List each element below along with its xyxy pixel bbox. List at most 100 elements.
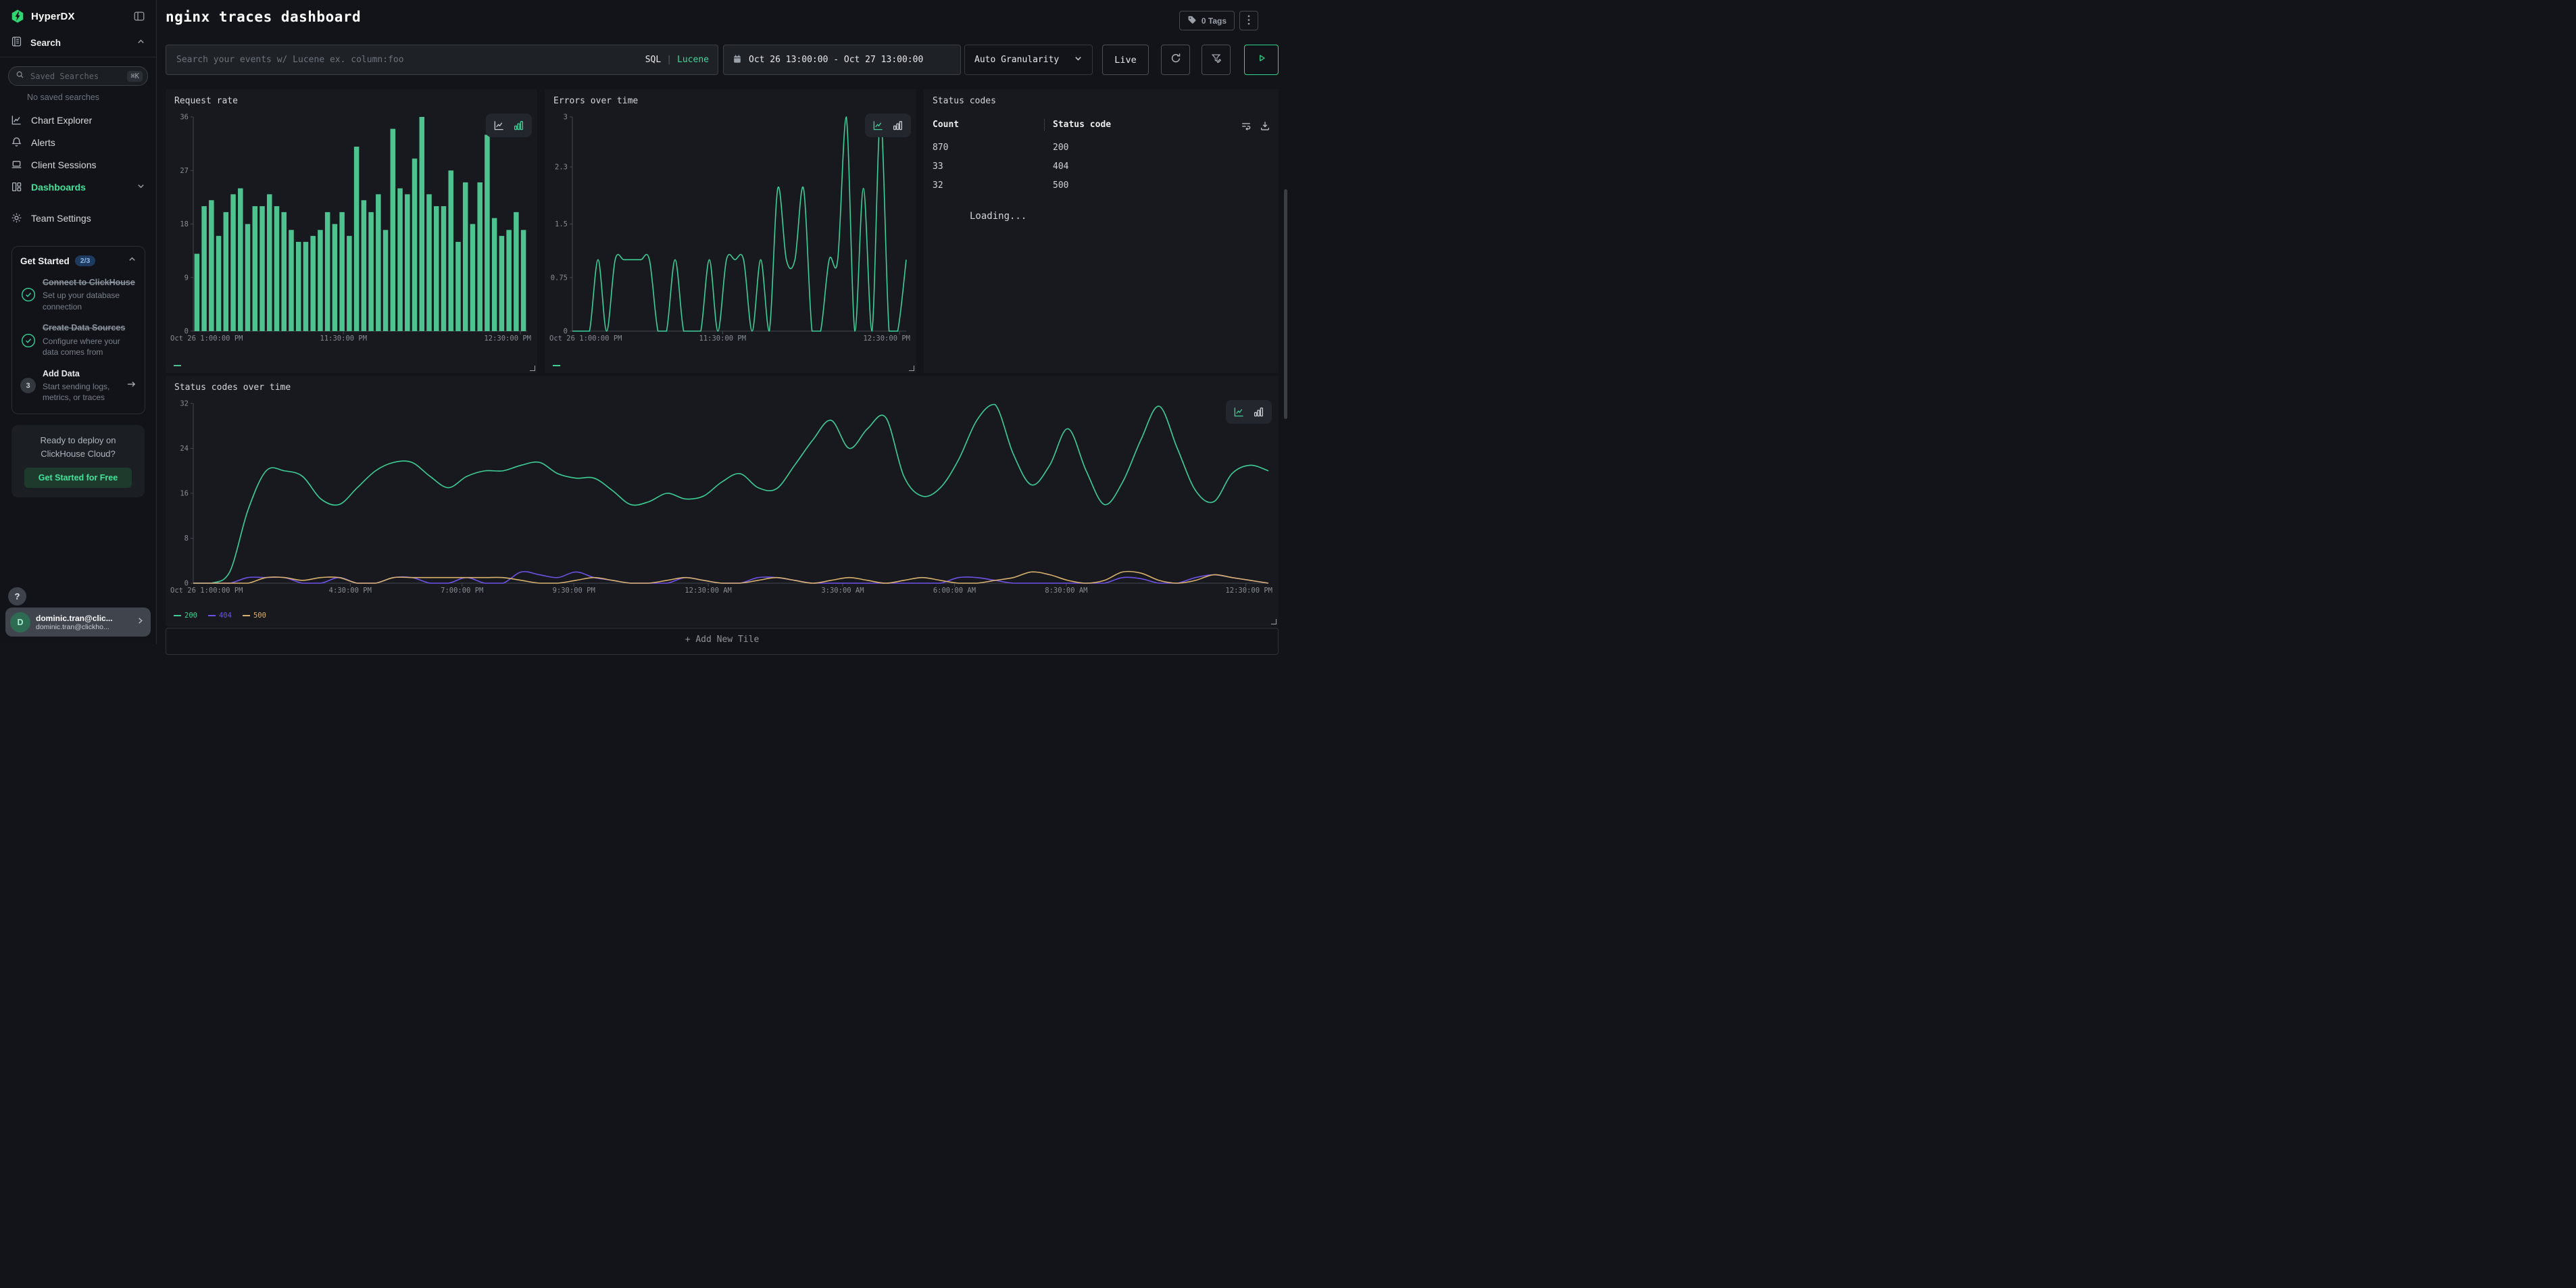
get-started-free-button[interactable]: Get Started for Free: [24, 468, 132, 488]
dashboard-menu-button[interactable]: [1239, 11, 1258, 30]
table-row[interactable]: 870200: [933, 138, 1270, 157]
legend-item[interactable]: 404: [208, 612, 232, 620]
nav-spacer: [0, 198, 156, 207]
check-circle-icon: [20, 332, 36, 348]
add-new-tile-button[interactable]: + Add New Tile: [166, 628, 1279, 655]
legend-swatch: [553, 365, 560, 366]
chevron-down-icon[interactable]: [137, 182, 145, 193]
granularity-select[interactable]: Auto Granularity: [964, 45, 1093, 75]
sql-toggle[interactable]: SQL: [645, 55, 661, 65]
svg-text:24: 24: [180, 445, 189, 453]
toggle-divider: |: [666, 55, 672, 65]
get-started-step-add-data[interactable]: 3 Add Data Start sending logs, metrics, …: [20, 368, 137, 403]
tile-title: Request rate: [174, 96, 238, 106]
user-name: dominic.tran@clic...: [36, 614, 131, 623]
sidebar-item-label: Alerts: [31, 137, 55, 148]
tile-status-codes-over-time[interactable]: Status codes over time 08162432Oct 26 1:…: [166, 376, 1279, 626]
sidebar-item-team-settings[interactable]: Team Settings: [0, 207, 156, 229]
line-mode-icon[interactable]: [872, 120, 885, 132]
time-range-picker[interactable]: Oct 26 13:00:00 - Oct 27 13:00:00: [723, 45, 961, 75]
get-started-card: Get Started 2/3 Connect to ClickHouse Se…: [11, 246, 145, 414]
filter-button[interactable]: [1202, 45, 1231, 75]
saved-searches-input[interactable]: ⌘K: [8, 66, 148, 86]
sidebar-item-client-sessions[interactable]: Client Sessions: [0, 153, 156, 176]
bar-mode-icon[interactable]: [513, 120, 525, 132]
svg-text:3: 3: [564, 114, 568, 122]
resize-handle[interactable]: [909, 366, 914, 371]
status-table-header: Count Status code: [933, 119, 1270, 130]
cell-count: 32: [933, 180, 1044, 191]
refresh-icon: [1170, 52, 1182, 68]
svg-text:8:30:00 AM: 8:30:00 AM: [1045, 587, 1087, 595]
laptop-icon: [11, 159, 22, 170]
legend-label: 404: [219, 612, 232, 620]
play-icon: [1256, 53, 1267, 67]
line-mode-icon[interactable]: [1233, 406, 1245, 418]
tag-icon: [1187, 15, 1197, 26]
tile-request-rate[interactable]: Request rate 09182736Oct 26 1:00:00 PM11…: [166, 89, 537, 373]
legend-item[interactable]: [174, 365, 184, 366]
tags-button[interactable]: 0 Tags: [1179, 11, 1235, 30]
table-header-actions: [1241, 120, 1270, 134]
resize-handle[interactable]: [1271, 619, 1277, 624]
column-header-status-code[interactable]: Status code: [1044, 119, 1270, 130]
saved-searches-field[interactable]: [29, 71, 127, 82]
svg-text:11:30:00 PM: 11:30:00 PM: [320, 335, 368, 343]
hyperdx-logo-icon: [10, 9, 25, 24]
legend-swatch: [174, 615, 181, 616]
sidebar-item-dashboards[interactable]: Dashboards: [0, 176, 156, 198]
legend-swatch: [208, 615, 216, 616]
get-started-header[interactable]: Get Started 2/3: [20, 255, 137, 267]
svg-text:12:30:00 AM: 12:30:00 AM: [685, 587, 732, 595]
wrap-text-icon[interactable]: [1241, 120, 1252, 134]
user-menu[interactable]: D dominic.tran@clic... dominic.tran@clic…: [5, 608, 151, 637]
line-mode-icon[interactable]: [493, 120, 505, 132]
refresh-button[interactable]: [1161, 45, 1190, 75]
sidebar-item-alerts[interactable]: Alerts: [0, 131, 156, 153]
event-search-input[interactable]: [175, 54, 645, 66]
svg-text:12:30:00 PM: 12:30:00 PM: [863, 335, 910, 343]
legend-item[interactable]: [553, 365, 564, 366]
table-row[interactable]: 33404: [933, 157, 1270, 176]
svg-text:6:00:00 AM: 6:00:00 AM: [933, 587, 976, 595]
chart-legend: [174, 365, 184, 366]
chart-mode-toggle: [1226, 400, 1272, 424]
download-icon[interactable]: [1260, 120, 1270, 134]
resize-handle[interactable]: [530, 366, 535, 371]
request-rate-chart[interactable]: 09182736Oct 26 1:00:00 PM11:30:00 PM12:3…: [169, 112, 532, 343]
run-query-button[interactable]: [1244, 45, 1279, 75]
tile-errors-over-time[interactable]: Errors over time 00.751.52.33Oct 26 1:00…: [545, 89, 916, 373]
svg-text:Oct 26 1:00:00 PM: Oct 26 1:00:00 PM: [170, 587, 243, 595]
svg-text:4:30:00 PM: 4:30:00 PM: [329, 587, 372, 595]
table-row[interactable]: 32500: [933, 176, 1270, 195]
chevron-up-icon[interactable]: [137, 37, 145, 48]
legend-item[interactable]: 200: [174, 612, 197, 620]
get-started-step-connect[interactable]: Connect to ClickHouse Set up your databa…: [20, 277, 137, 312]
avatar: D: [10, 612, 30, 633]
column-header-count[interactable]: Count: [933, 120, 1044, 130]
help-button[interactable]: ?: [8, 587, 26, 605]
bell-icon: [11, 137, 22, 148]
sidebar-item-search[interactable]: Search: [0, 30, 156, 57]
chevron-up-icon[interactable]: [128, 255, 137, 267]
granularity-value: Auto Granularity: [974, 55, 1059, 65]
svg-text:16: 16: [180, 490, 189, 498]
tile-status-codes[interactable]: Status codes Count Status code 870200334…: [924, 89, 1279, 373]
bar-mode-icon[interactable]: [892, 120, 904, 132]
app-root: HyperDX Search ⌘K No saved searches: [0, 0, 1288, 644]
promo-line1: Ready to deploy on: [40, 435, 116, 445]
status-codes-over-time-chart[interactable]: 08162432Oct 26 1:00:00 PM4:30:00 PM7:00:…: [169, 398, 1274, 595]
lucene-toggle[interactable]: Lucene: [677, 55, 709, 65]
step-desc: Set up your database connection: [43, 290, 137, 312]
sidebar-item-chart-explorer[interactable]: Chart Explorer: [0, 109, 156, 131]
sidebar-collapse-icon[interactable]: [132, 9, 147, 24]
scrollbar-thumb[interactable]: [1284, 189, 1287, 419]
get-started-step-sources[interactable]: Create Data Sources Configure where your…: [20, 322, 137, 357]
errors-chart[interactable]: 00.751.52.33Oct 26 1:00:00 PM11:30:00 PM…: [548, 112, 912, 343]
filter-edit-icon: [1210, 52, 1222, 68]
tags-label: 0 Tags: [1202, 16, 1227, 26]
live-button[interactable]: Live: [1102, 45, 1149, 75]
bar-mode-icon[interactable]: [1253, 406, 1265, 418]
svg-text:11:30:00 PM: 11:30:00 PM: [699, 335, 747, 343]
legend-item[interactable]: 500: [243, 612, 266, 620]
